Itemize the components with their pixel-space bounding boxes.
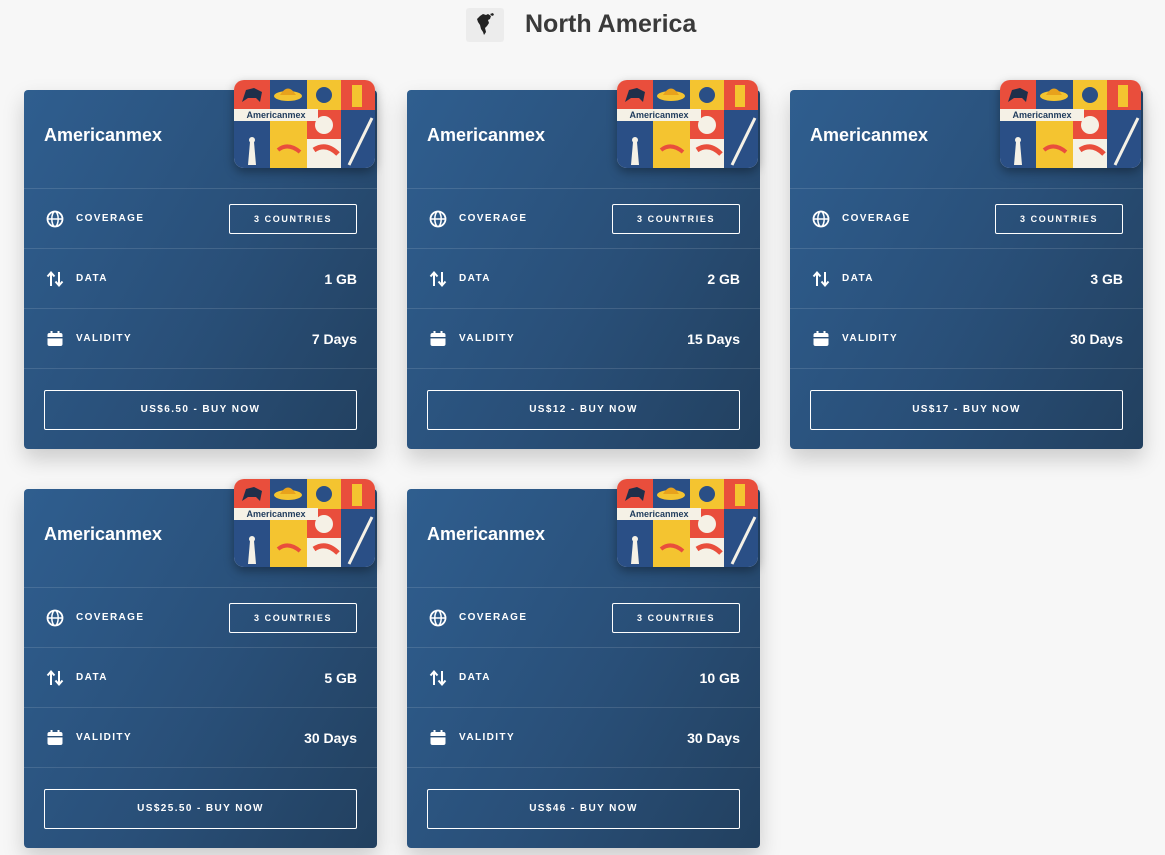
plan-card: Americanmex Americanmex COVERAGE 3 COUNT… bbox=[407, 80, 760, 449]
data-row: DATA 10 GB bbox=[407, 647, 760, 708]
data-label: DATA bbox=[842, 273, 874, 284]
globe-icon bbox=[429, 210, 447, 228]
buy-now-button[interactable]: US$25.50 - BUY NOW bbox=[44, 789, 357, 829]
buy-row: US$6.50 - BUY NOW bbox=[24, 368, 377, 430]
countries-button[interactable]: 3 COUNTRIES bbox=[229, 204, 357, 234]
globe-icon bbox=[46, 210, 64, 228]
artwork-label: Americanmex bbox=[1000, 109, 1084, 121]
buy-row: US$25.50 - BUY NOW bbox=[24, 767, 377, 829]
validity-row: VALIDITY 30 Days bbox=[790, 308, 1143, 369]
plan-artwork: Americanmex bbox=[1000, 80, 1141, 168]
coverage-row: COVERAGE 3 COUNTRIES bbox=[407, 587, 760, 648]
coverage-row: COVERAGE 3 COUNTRIES bbox=[790, 188, 1143, 249]
plan-card: Americanmex Americanmex COVERAGE 3 COUNT… bbox=[790, 80, 1143, 449]
coverage-label: COVERAGE bbox=[76, 213, 145, 224]
plan-name: Americanmex bbox=[44, 524, 163, 544]
validity-row: VALIDITY 30 Days bbox=[24, 707, 377, 768]
validity-value: 30 Days bbox=[304, 730, 357, 746]
globe-icon bbox=[46, 609, 64, 627]
validity-label: VALIDITY bbox=[842, 333, 899, 344]
artwork-label: Americanmex bbox=[617, 109, 701, 121]
plan-card: Americanmex Americanmex COVERAGE 3 COUNT… bbox=[24, 80, 377, 449]
data-label: DATA bbox=[76, 273, 108, 284]
data-row: DATA 3 GB bbox=[790, 248, 1143, 309]
buy-row: US$12 - BUY NOW bbox=[407, 368, 760, 430]
data-value: 3 GB bbox=[1090, 271, 1123, 287]
page-title: North America bbox=[525, 10, 697, 38]
validity-value: 30 Days bbox=[1070, 331, 1123, 347]
calendar-icon bbox=[813, 331, 829, 346]
data-label: DATA bbox=[76, 672, 108, 683]
calendar-icon bbox=[47, 730, 63, 745]
coverage-label: COVERAGE bbox=[459, 213, 528, 224]
plan-artwork: Americanmex bbox=[617, 80, 758, 168]
artwork-label: Americanmex bbox=[617, 508, 701, 520]
validity-row: VALIDITY 15 Days bbox=[407, 308, 760, 369]
validity-row: VALIDITY 30 Days bbox=[407, 707, 760, 768]
plan-name: Americanmex bbox=[427, 125, 546, 145]
buy-now-button[interactable]: US$12 - BUY NOW bbox=[427, 390, 740, 430]
calendar-icon bbox=[47, 331, 63, 346]
coverage-label: COVERAGE bbox=[459, 612, 528, 623]
up-down-arrows-icon bbox=[429, 270, 447, 288]
up-down-arrows-icon bbox=[46, 669, 64, 687]
countries-button[interactable]: 3 COUNTRIES bbox=[995, 204, 1123, 234]
data-value: 1 GB bbox=[324, 271, 357, 287]
data-label: DATA bbox=[459, 273, 491, 284]
up-down-arrows-icon bbox=[429, 669, 447, 687]
artwork-label: Americanmex bbox=[234, 508, 318, 520]
buy-now-button[interactable]: US$46 - BUY NOW bbox=[427, 789, 740, 829]
coverage-label: COVERAGE bbox=[842, 213, 911, 224]
buy-now-button[interactable]: US$6.50 - BUY NOW bbox=[44, 390, 357, 430]
data-row: DATA 5 GB bbox=[24, 647, 377, 708]
coverage-row: COVERAGE 3 COUNTRIES bbox=[407, 188, 760, 249]
data-row: DATA 2 GB bbox=[407, 248, 760, 309]
globe-icon bbox=[812, 210, 830, 228]
data-value: 5 GB bbox=[324, 670, 357, 686]
data-label: DATA bbox=[459, 672, 491, 683]
plan-card: Americanmex Americanmex COVERAGE 3 COUNT… bbox=[24, 479, 377, 848]
plan-artwork: Americanmex bbox=[617, 479, 758, 567]
validity-value: 30 Days bbox=[687, 730, 740, 746]
up-down-arrows-icon bbox=[46, 270, 64, 288]
calendar-icon bbox=[430, 331, 446, 346]
countries-button[interactable]: 3 COUNTRIES bbox=[612, 603, 740, 633]
calendar-icon bbox=[430, 730, 446, 745]
north-america-map-icon bbox=[466, 8, 504, 42]
buy-row: US$17 - BUY NOW bbox=[790, 368, 1143, 430]
globe-icon bbox=[429, 609, 447, 627]
up-down-arrows-icon bbox=[812, 270, 830, 288]
buy-row: US$46 - BUY NOW bbox=[407, 767, 760, 829]
validity-value: 15 Days bbox=[687, 331, 740, 347]
region-header: North America bbox=[0, 0, 1165, 55]
data-row: DATA 1 GB bbox=[24, 248, 377, 309]
validity-value: 7 Days bbox=[311, 331, 357, 347]
coverage-row: COVERAGE 3 COUNTRIES bbox=[24, 587, 377, 648]
countries-button[interactable]: 3 COUNTRIES bbox=[612, 204, 740, 234]
plan-name: Americanmex bbox=[44, 125, 163, 145]
countries-button[interactable]: 3 COUNTRIES bbox=[229, 603, 357, 633]
validity-label: VALIDITY bbox=[76, 732, 133, 743]
validity-label: VALIDITY bbox=[76, 333, 133, 344]
coverage-row: COVERAGE 3 COUNTRIES bbox=[24, 188, 377, 249]
plan-artwork: Americanmex bbox=[234, 479, 375, 567]
validity-label: VALIDITY bbox=[459, 732, 516, 743]
plan-artwork: Americanmex bbox=[234, 80, 375, 168]
coverage-label: COVERAGE bbox=[76, 612, 145, 623]
plan-name: Americanmex bbox=[427, 524, 546, 544]
plan-name: Americanmex bbox=[810, 125, 929, 145]
data-value: 10 GB bbox=[699, 670, 740, 686]
buy-now-button[interactable]: US$17 - BUY NOW bbox=[810, 390, 1123, 430]
plan-card: Americanmex Americanmex COVERAGE 3 COUNT… bbox=[407, 479, 760, 848]
data-value: 2 GB bbox=[707, 271, 740, 287]
validity-label: VALIDITY bbox=[459, 333, 516, 344]
validity-row: VALIDITY 7 Days bbox=[24, 308, 377, 369]
artwork-label: Americanmex bbox=[234, 109, 318, 121]
